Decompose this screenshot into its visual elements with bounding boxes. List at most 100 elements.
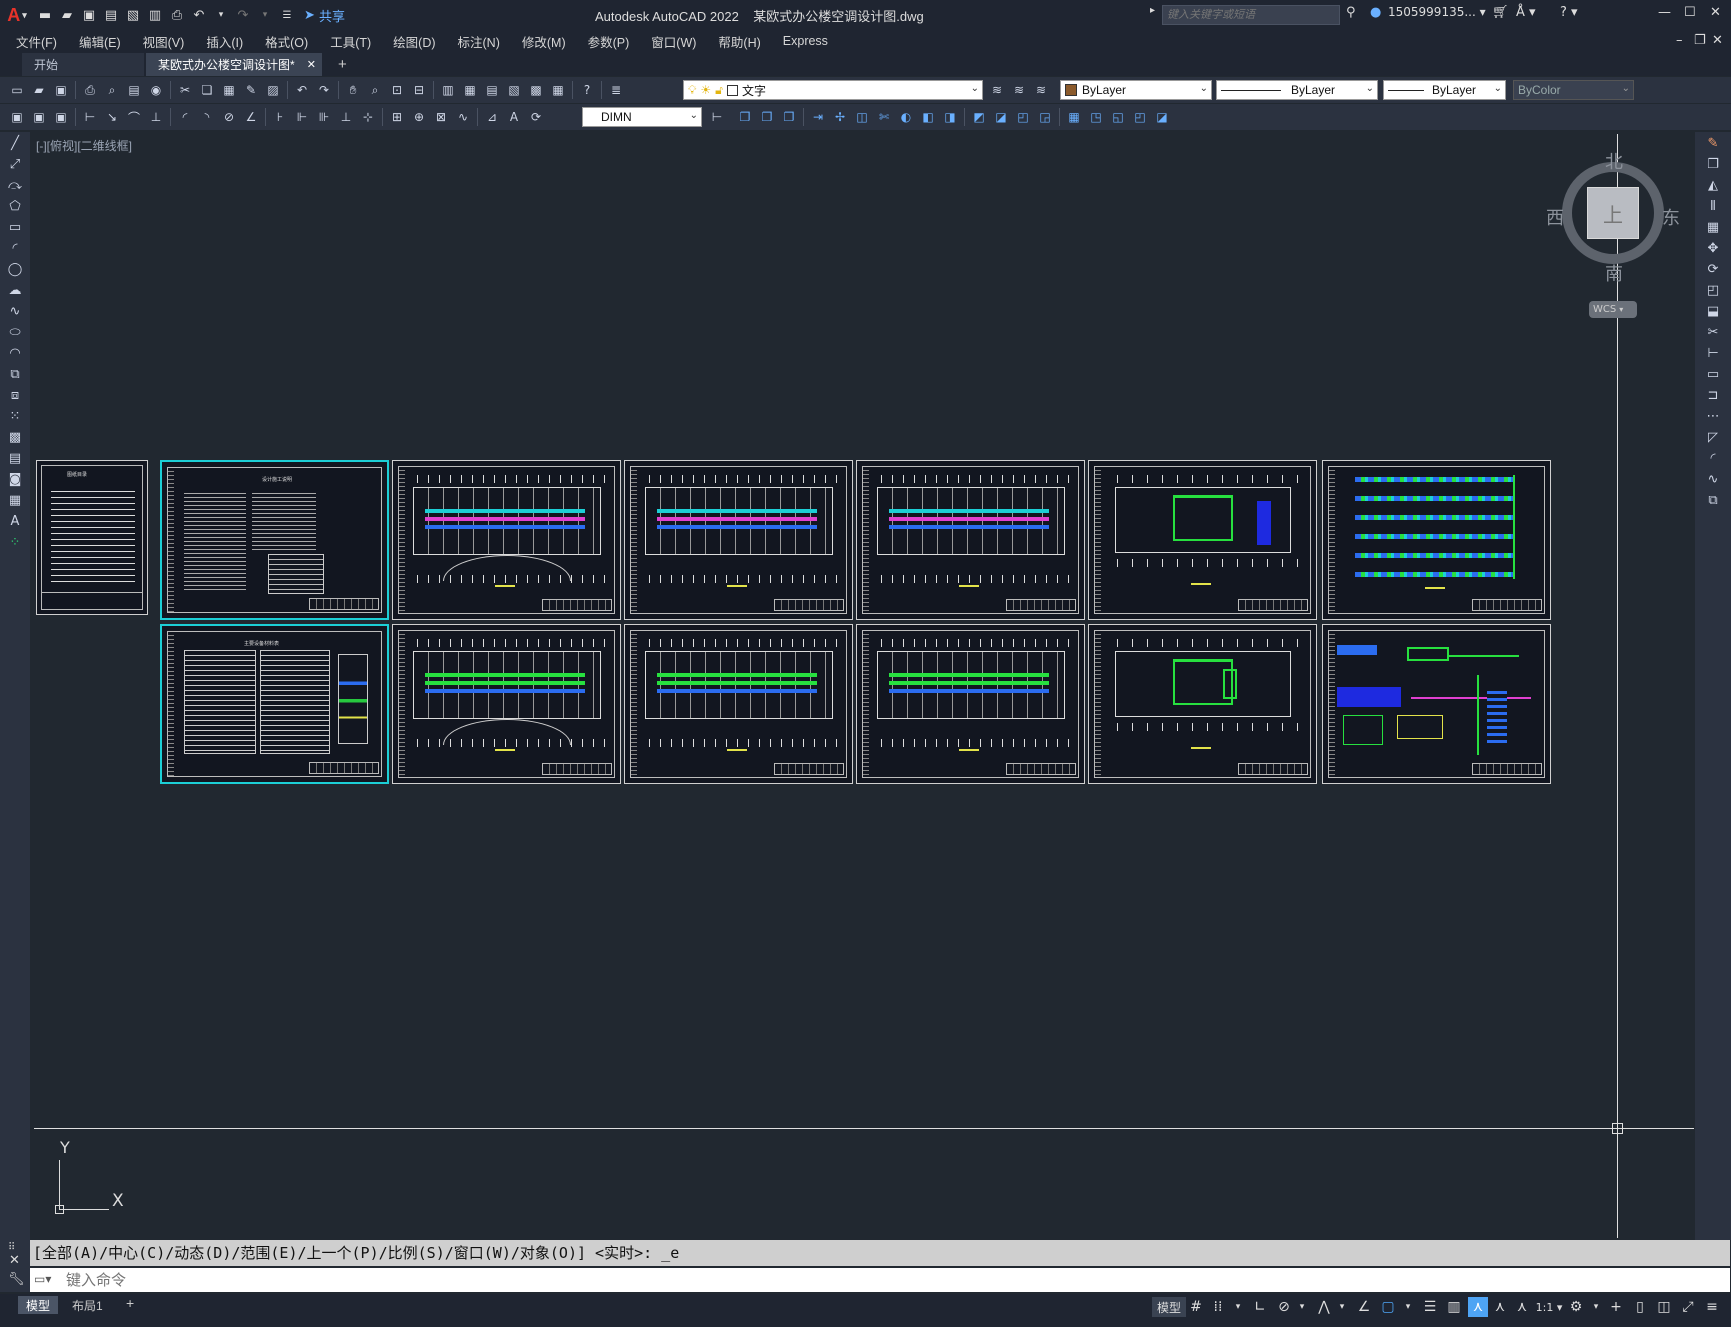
rotate-icon[interactable]: ✢ [831, 108, 849, 126]
viewport-controls[interactable]: [-][俯视][二维线框] [36, 137, 132, 154]
blend-curves-icon[interactable]: ∿ [1702, 469, 1724, 489]
save-icon[interactable]: ▣ [80, 6, 98, 24]
search-icon[interactable]: ⚲ [1346, 5, 1356, 20]
maximize-icon[interactable]: ☐ [1684, 5, 1696, 20]
open-icon[interactable]: ▰ [30, 81, 48, 99]
rotate-icon[interactable]: ⟳ [1702, 259, 1724, 279]
linetype-dropdown[interactable]: ByLayer ⌄ [1216, 80, 1378, 100]
region-icon[interactable]: ◙ [4, 469, 26, 489]
publish-icon[interactable]: ▤ [125, 81, 143, 99]
menu-file[interactable]: 文件(F) [16, 32, 57, 51]
wcs-menu[interactable]: WCS ▾ [1589, 301, 1637, 318]
doc-close-icon[interactable]: ✕ [1712, 33, 1723, 48]
dimstyle-manager-icon[interactable]: ⊢ [708, 108, 726, 126]
cart-icon[interactable]: 🛒︎ [1492, 5, 1509, 20]
fillet-icon[interactable]: ◰ [1014, 108, 1032, 126]
new-tab-button[interactable]: + [332, 53, 356, 76]
cut-icon[interactable]: ✂ [176, 81, 194, 99]
menu-view[interactable]: 视图(V) [143, 32, 185, 51]
dim-space-icon[interactable]: ⊥ [337, 108, 355, 126]
annotation-monitor-icon[interactable]: + [1606, 1297, 1626, 1317]
autodesk-app-icon[interactable]: Å ▾ [1516, 5, 1536, 20]
revision-cloud-icon[interactable]: ☁︎ [4, 280, 26, 300]
line-icon[interactable]: ╱ [4, 133, 26, 153]
isodraft-dropdown-icon[interactable]: ▾ [1332, 1297, 1352, 1317]
pan-icon[interactable]: ✋︎ [344, 81, 362, 99]
ellipse-arc-icon[interactable]: ◠ [4, 343, 26, 363]
trim-icon[interactable]: ✂ [1702, 322, 1724, 342]
sheet-roof[interactable] [1088, 460, 1317, 620]
tab-close-icon[interactable]: ✕ [307, 58, 316, 71]
ellipse-icon[interactable]: ⬭ [4, 322, 26, 342]
plot-icon[interactable]: ⎙ [81, 81, 99, 99]
chamfer-icon[interactable]: ◪ [992, 108, 1010, 126]
lineweight-dropdown[interactable]: ByLayer ⌄ [1383, 80, 1506, 100]
zoom-realtime-icon[interactable]: ⌕ [366, 81, 384, 99]
polar-dropdown-icon[interactable]: ▾ [1292, 1297, 1312, 1317]
snap-dropdown-icon[interactable]: ▾ [1228, 1297, 1248, 1317]
dim-update-icon[interactable]: ⟳ [527, 108, 545, 126]
doc-restore-icon[interactable]: ❐ [1694, 33, 1706, 48]
radius-dim-icon[interactable]: ◜ [176, 108, 194, 126]
undo-dropdown-icon[interactable]: ▾ [212, 6, 230, 24]
object-snap-icon[interactable]: ▢ [1378, 1297, 1398, 1317]
customization-icon[interactable]: ≡ [1702, 1297, 1722, 1317]
menu-modify[interactable]: 修改(M) [522, 32, 566, 51]
3d-print-icon[interactable]: ◉ [147, 81, 165, 99]
extend-icon[interactable]: ⊢ [1702, 343, 1724, 363]
dim-text-edit-icon[interactable]: A [505, 108, 523, 126]
clean-screen-icon[interactable]: ⤢ [1678, 1297, 1698, 1317]
east-label[interactable]: 东 [1662, 204, 1680, 230]
undo-icon[interactable]: ↶ [293, 81, 311, 99]
gradient-icon[interactable]: ▤ [4, 448, 26, 468]
copy-icon[interactable]: ❏ [198, 81, 216, 99]
join-icon[interactable]: ⋯ [1702, 406, 1724, 426]
lengthen-icon[interactable]: ◱ [1109, 108, 1127, 126]
polygon-icon[interactable]: ⬠ [4, 196, 26, 216]
menu-draw[interactable]: 绘图(D) [393, 32, 435, 51]
markup-icon[interactable]: ▩ [527, 81, 545, 99]
menu-tools[interactable]: 工具(T) [330, 32, 371, 51]
layer-walk-icon[interactable]: ▣ [52, 108, 70, 126]
close-command-line-icon[interactable]: ✕ [9, 1253, 20, 1268]
scale-icon[interactable]: ◫ [853, 108, 871, 126]
edit-polyline-icon[interactable]: ◰ [1131, 108, 1149, 126]
lineweight-icon[interactable]: ☰ [1420, 1297, 1440, 1317]
rectangle-icon[interactable]: ▭ [4, 217, 26, 237]
customize-qat-icon[interactable]: ☰ [278, 6, 296, 24]
menu-express[interactable]: Express [783, 34, 828, 48]
quick-properties-icon[interactable]: ◫ [1654, 1297, 1674, 1317]
erase-icon[interactable]: ✎ [1702, 133, 1724, 153]
layer-previous-icon[interactable]: ≋ [1010, 81, 1028, 99]
ordinate-dim-icon[interactable]: ⊥ [147, 108, 165, 126]
polyline-icon[interactable]: ⤼ [4, 175, 26, 195]
color-dropdown[interactable]: ByLayer ⌄ [1060, 80, 1212, 100]
south-label[interactable]: 南 [1605, 260, 1623, 286]
menu-parametric[interactable]: 参数(P) [588, 32, 630, 51]
trim-icon[interactable]: ◐ [897, 108, 915, 126]
offset-icon[interactable]: ⫴ [1702, 196, 1724, 216]
save-icon[interactable]: ▣ [52, 81, 70, 99]
tab-start[interactable]: 开始 [22, 53, 144, 76]
grip-icon[interactable]: ⠿ [8, 1242, 15, 1253]
quick-dim-icon[interactable]: ⊦ [271, 108, 289, 126]
offset-icon[interactable]: ❐ [780, 108, 798, 126]
units-icon[interactable]: ▯ [1630, 1297, 1650, 1317]
snap-icon[interactable]: ⁞⁞ [1208, 1297, 1228, 1317]
move-icon[interactable]: ⇥ [809, 108, 827, 126]
array-icon[interactable]: ▦ [1065, 108, 1083, 126]
copy-object-icon[interactable]: ❐ [736, 108, 754, 126]
workspace-dropdown-icon[interactable]: ▾ [1586, 1297, 1606, 1317]
layer-dropdown[interactable]: 💡︎ ☀ 🔓︎ 文字 ⌄ [683, 80, 983, 100]
west-label[interactable]: 西 [1546, 204, 1564, 230]
join-icon[interactable]: ◩ [970, 108, 988, 126]
ortho-icon[interactable]: ∟ [1250, 1297, 1270, 1317]
sheet-set-icon[interactable]: ▧ [505, 81, 523, 99]
customize-icon[interactable]: 🔧︎ [8, 1272, 25, 1287]
layer-match-icon[interactable]: ▣ [8, 108, 26, 126]
sheet-detail[interactable] [1322, 624, 1551, 784]
open-file-icon[interactable]: ▰ [58, 6, 76, 24]
redo-icon[interactable]: ↷ [315, 81, 333, 99]
sheet-plan[interactable] [624, 460, 853, 620]
multiline-text-icon[interactable]: A [4, 511, 26, 531]
